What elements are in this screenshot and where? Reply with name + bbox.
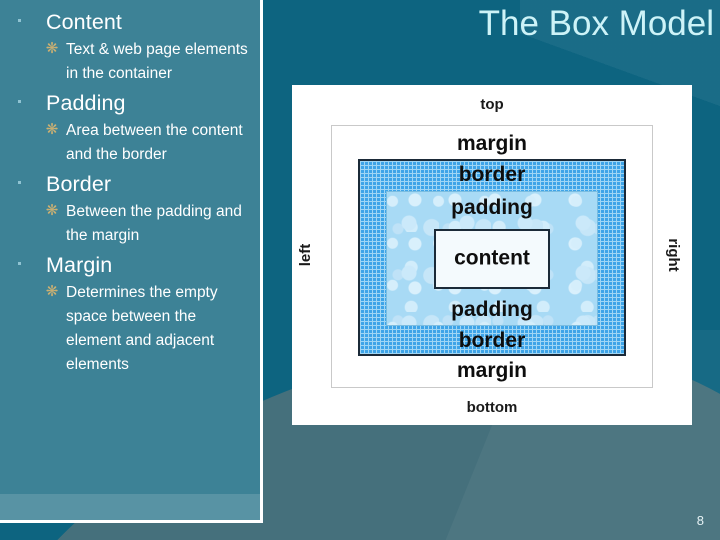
- bullet-item-level2: ❋ Determines the empty space between the…: [10, 281, 254, 377]
- page-number: 8: [696, 513, 704, 528]
- margin-label-bottom: margin: [456, 359, 527, 382]
- bullet-list: Content ❋ Text & web page elements in th…: [0, 0, 260, 377]
- bullet-item-level1: Margin: [10, 252, 254, 279]
- square-dot-bullet-icon: [18, 100, 21, 103]
- content-panel: Content ❋ Text & web page elements in th…: [0, 0, 263, 523]
- knot-bullet-icon: ❋: [45, 40, 59, 57]
- bullet-item-level1: Content: [10, 9, 254, 36]
- diagram-inner: top bottom left right margin margin bord…: [292, 85, 692, 425]
- bullet-text: Content: [46, 10, 123, 34]
- panel-bottom-sheen: [0, 494, 260, 520]
- bullet-item-level2: ❋ Text & web page elements in the contai…: [10, 38, 254, 86]
- border-label-bottom: border: [458, 329, 526, 352]
- diagram-label-right: right: [664, 238, 682, 272]
- bullet-item-level1: Padding: [10, 90, 254, 117]
- margin-box: margin margin border border padding padd…: [331, 125, 653, 388]
- bullet-item-level1: Border: [10, 171, 254, 198]
- padding-label-top: padding: [451, 196, 533, 219]
- border-label-top: border: [458, 163, 526, 186]
- diagram-label-bottom: bottom: [466, 399, 518, 416]
- margin-label-top: margin: [456, 132, 527, 155]
- bullet-item-level2: ❋ Between the padding and the margin: [10, 200, 254, 248]
- diagram-label-left: left: [296, 243, 314, 267]
- bullet-text: Margin: [46, 253, 113, 277]
- knot-bullet-icon: ❋: [45, 202, 59, 219]
- square-dot-bullet-icon: [18, 262, 21, 265]
- content-label: content: [454, 246, 530, 270]
- slide: The Box Model Content ❋ Text & web page …: [0, 0, 720, 540]
- padding-label-bottom: padding: [451, 298, 533, 321]
- bullet-item-level2: ❋ Area between the content and the borde…: [10, 119, 254, 167]
- content-box: content: [434, 229, 550, 289]
- bullet-text: Between the padding and the margin: [66, 203, 242, 244]
- square-dot-bullet-icon: [18, 19, 21, 22]
- bullet-text: Padding: [46, 91, 126, 115]
- knot-bullet-icon: ❋: [45, 121, 59, 138]
- padding-box: padding padding content: [386, 191, 598, 326]
- bullet-text: Text & web page elements in the containe…: [66, 41, 248, 82]
- diagram-label-top: top: [480, 96, 504, 113]
- slide-title: The Box Model: [478, 4, 714, 43]
- box-model-diagram: top bottom left right margin margin bord…: [292, 85, 692, 425]
- bullet-text: Determines the empty space between the e…: [66, 284, 218, 373]
- bullet-text: Border: [46, 172, 112, 196]
- bullet-text: Area between the content and the border: [66, 122, 243, 163]
- border-box: border border padding padding content: [358, 159, 626, 356]
- knot-bullet-icon: ❋: [45, 283, 59, 300]
- square-dot-bullet-icon: [18, 181, 21, 184]
